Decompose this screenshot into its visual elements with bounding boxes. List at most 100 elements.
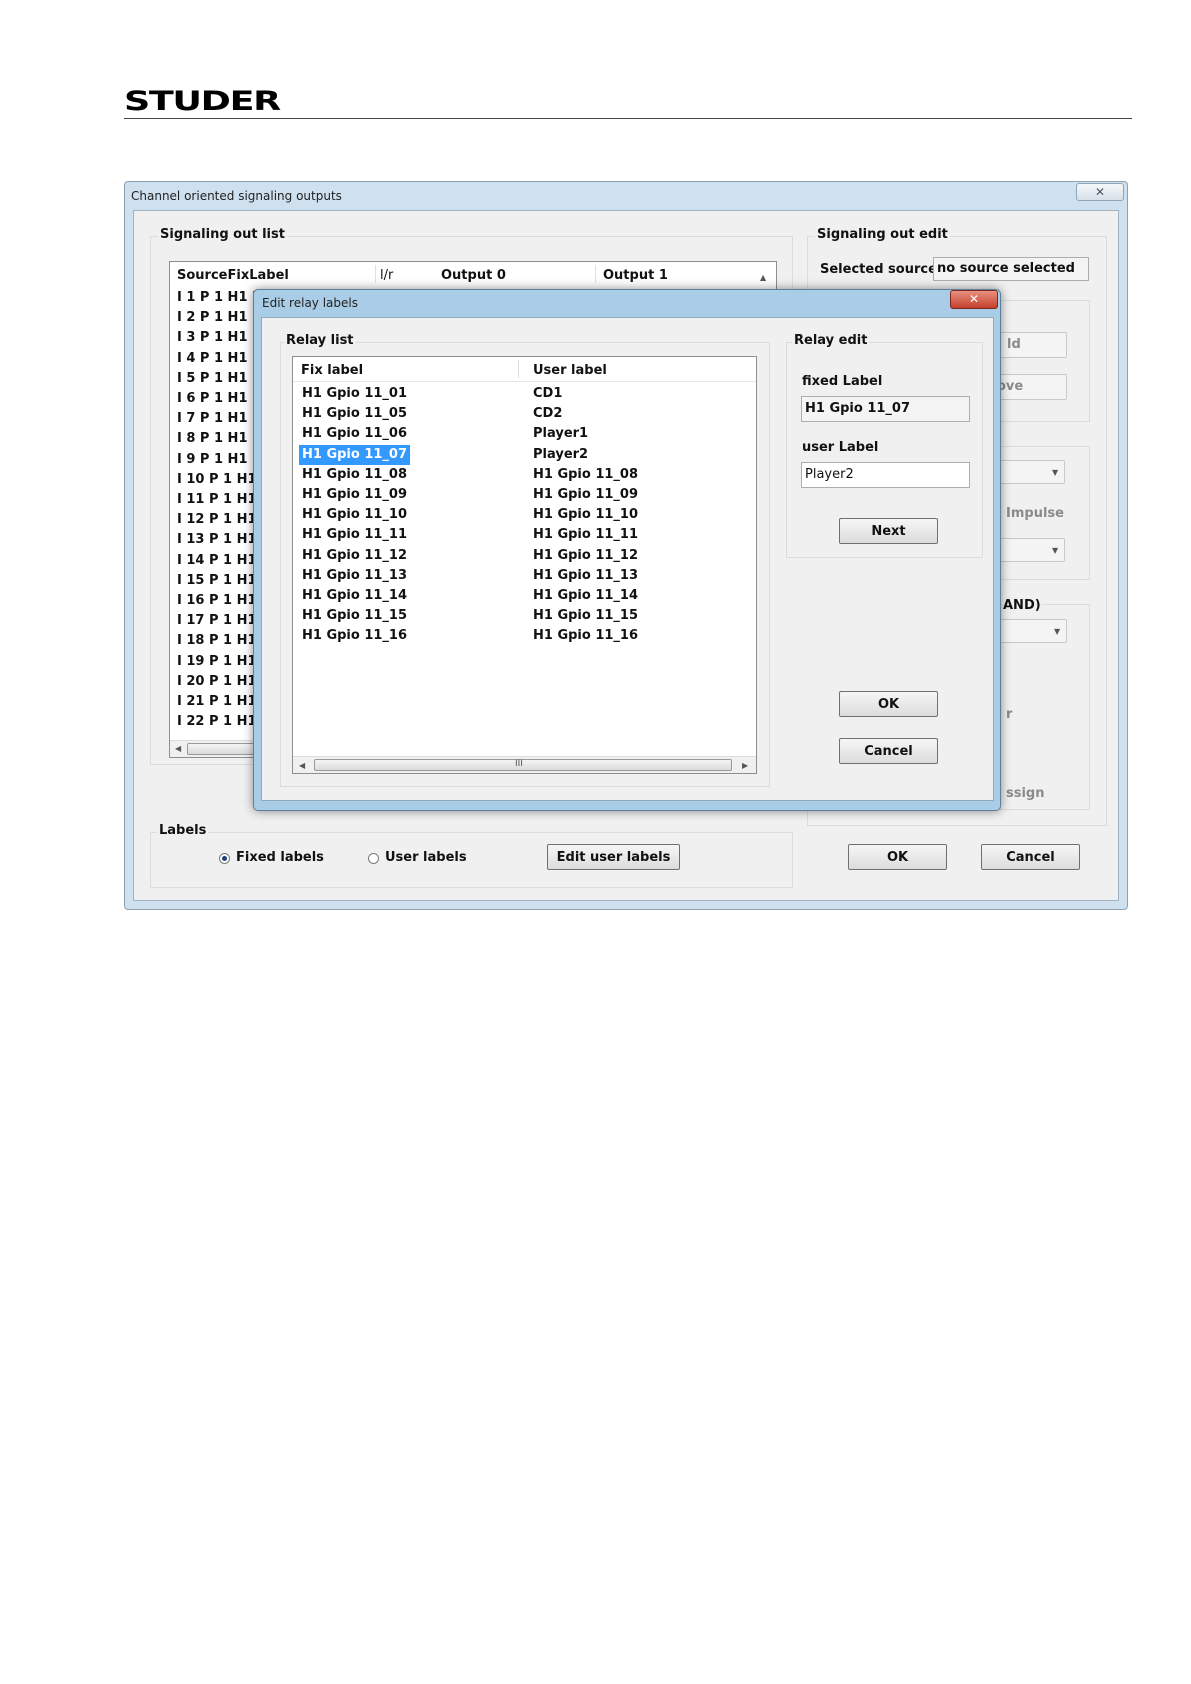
signaling-out-row[interactable]: I 7 P 1 H1 N xyxy=(177,409,263,429)
relay-fix-label: H1 Gpio 11_12 xyxy=(302,547,408,563)
signaling-out-row[interactable]: I 8 P 1 H1 N xyxy=(177,429,263,449)
signaling-out-row[interactable]: I 5 P 1 H1 N xyxy=(177,369,263,389)
signaling-out-row[interactable]: I 2 P 1 H1 N xyxy=(177,308,263,328)
signaling-out-row[interactable]: I 15 P 1 H1 xyxy=(177,571,257,591)
signaling-out-row[interactable]: I 16 P 1 H1 xyxy=(177,591,257,611)
relay-row[interactable]: H1 Gpio 11_12 H1 Gpio 11_12 xyxy=(293,546,756,566)
relay-edit-label: Relay edit xyxy=(792,333,870,348)
relay-user-label: Player2 xyxy=(533,446,589,462)
dialog-cancel-button[interactable]: Cancel xyxy=(839,738,938,764)
impulse-dropdown[interactable]: ▼ xyxy=(995,538,1065,562)
signaling-out-row[interactable]: I 20 P 1 H1 xyxy=(177,672,257,692)
signaling-out-row[interactable]: I 19 P 1 H1 xyxy=(177,652,257,672)
relay-user-label: Player1 xyxy=(533,426,589,442)
signaling-out-row[interactable]: I 21 P 1 H1 xyxy=(177,692,257,712)
signaling-out-row[interactable]: I 18 P 1 H1 xyxy=(177,631,257,651)
relay-fix-label: H1 Gpio 11_07 xyxy=(299,444,411,465)
chevron-down-icon: ▼ xyxy=(1052,468,1059,477)
relay-row[interactable]: H1 Gpio 11_01 CD1 xyxy=(293,384,756,404)
mode-dropdown[interactable]: ▼ xyxy=(995,460,1065,484)
relay-scrollbar-thumb[interactable]: III xyxy=(314,759,732,771)
relay-user-label: H1 Gpio 11_10 xyxy=(533,507,639,523)
main-cancel-button[interactable]: Cancel xyxy=(981,844,1080,870)
scroll-right-icon[interactable]: ▶ xyxy=(742,761,748,770)
relay-row[interactable]: H1 Gpio 11_16 H1 Gpio 11_16 xyxy=(293,626,756,646)
scroll-left-icon[interactable]: ◀ xyxy=(299,761,305,770)
relay-user-label: H1 Gpio 11_16 xyxy=(533,628,639,644)
user-labels-label[interactable]: User labels xyxy=(385,850,467,865)
source-subgroup xyxy=(1000,300,1090,422)
relay-user-label: H1 Gpio 11_12 xyxy=(533,547,639,563)
signaling-out-row[interactable]: I 11 P 1 H1 xyxy=(177,490,257,510)
fixed-label-field: H1 Gpio 11_07 xyxy=(801,396,970,422)
relay-fix-label: H1 Gpio 11_14 xyxy=(302,588,408,603)
signaling-out-row[interactable]: I 10 P 1 H1 xyxy=(177,470,257,490)
studer-logo: STUDER xyxy=(124,86,281,117)
chevron-down-icon: ▼ xyxy=(1054,627,1061,636)
relay-fix-label: H1 Gpio 11_13 xyxy=(302,567,408,583)
remove-button[interactable]: ove xyxy=(990,374,1067,400)
user-label-input[interactable]: Player2 xyxy=(801,462,970,488)
relay-row[interactable]: H1 Gpio 11_14 H1 Gpio 11_14 xyxy=(293,586,756,606)
signaling-out-row[interactable]: I 14 P 1 H1 xyxy=(177,551,257,571)
relay-fix-label: H1 Gpio 11_01 xyxy=(302,386,408,401)
main-window-close-button[interactable]: ✕ xyxy=(1076,183,1124,201)
relay-user-label: CD2 xyxy=(533,406,563,422)
scroll-left-icon[interactable]: ◀ xyxy=(175,744,181,753)
relay-row[interactable]: H1 Gpio 11_07 Player2 xyxy=(293,444,756,465)
next-button[interactable]: Next xyxy=(839,518,938,544)
relay-row[interactable]: H1 Gpio 11_11 H1 Gpio 11_11 xyxy=(293,525,756,545)
column-header-output0[interactable]: Output 0 xyxy=(441,268,506,283)
column-header-user-label[interactable]: User label xyxy=(533,363,607,378)
dialog-ok-button[interactable]: OK xyxy=(839,691,938,717)
relay-row[interactable]: H1 Gpio 11_06 Player1 xyxy=(293,424,756,444)
signaling-out-row[interactable]: I 22 P 1 H1 xyxy=(177,712,257,732)
edit-user-labels-button[interactable]: Edit user labels xyxy=(547,844,680,870)
relay-fix-label: H1 Gpio 11_09 xyxy=(302,487,408,502)
signaling-out-row[interactable]: I 9 P 1 H1 N xyxy=(177,450,263,470)
add-button[interactable]: ld xyxy=(990,332,1067,358)
relay-row[interactable]: H1 Gpio 11_05 CD2 xyxy=(293,404,756,424)
signaling-out-row[interactable]: I 12 P 1 H1 xyxy=(177,510,257,530)
fixed-labels-label[interactable]: Fixed labels xyxy=(236,850,324,865)
fixed-label-caption: fixed Label xyxy=(802,374,883,389)
fixed-labels-radio[interactable] xyxy=(219,853,230,864)
column-header-lr[interactable]: l/r xyxy=(380,268,393,283)
assign-label: ssign xyxy=(1006,786,1045,801)
user-labels-radio[interactable] xyxy=(368,853,379,864)
column-header-sourcefixlabel[interactable]: SourceFixLabel xyxy=(177,268,289,283)
relay-row[interactable]: H1 Gpio 11_08 H1 Gpio 11_08 xyxy=(293,465,756,485)
close-icon: ✕ xyxy=(968,292,980,306)
logic-dropdown[interactable]: ▼ xyxy=(995,619,1067,643)
relay-horizontal-scrollbar[interactable]: ◀ III ▶ xyxy=(293,756,756,773)
signaling-out-row[interactable]: I 3 P 1 H1 N xyxy=(177,328,263,348)
header-separator xyxy=(293,381,756,382)
and-label: AND) xyxy=(1003,598,1041,613)
column-divider xyxy=(595,265,596,283)
column-divider xyxy=(518,360,519,378)
signaling-out-edit-label: Signaling out edit xyxy=(815,227,950,242)
signaling-out-row[interactable]: I 1 P 1 H1 N xyxy=(177,288,263,308)
scroll-up-icon[interactable]: ▲ xyxy=(760,265,774,282)
relay-row[interactable]: H1 Gpio 11_13 H1 Gpio 11_13 xyxy=(293,566,756,586)
relay-row[interactable]: H1 Gpio 11_15 H1 Gpio 11_15 xyxy=(293,606,756,626)
or-label: r xyxy=(1006,707,1013,722)
relay-row[interactable]: H1 Gpio 11_09 H1 Gpio 11_09 xyxy=(293,485,756,505)
relay-listview[interactable]: Fix label User label H1 Gpio 11_01 CD1 H1 … xyxy=(292,356,757,774)
signaling-out-row[interactable]: I 6 P 1 H1 N xyxy=(177,389,263,409)
relay-fix-label: H1 Gpio 11_06 xyxy=(302,426,408,442)
relay-user-label: H1 Gpio 11_13 xyxy=(533,567,639,583)
relay-row[interactable]: H1 Gpio 11_10 H1 Gpio 11_10 xyxy=(293,505,756,525)
column-header-output1[interactable]: Output 1 xyxy=(603,268,668,283)
dialog-title: Edit relay labels xyxy=(262,296,358,310)
column-header-fix-label[interactable]: Fix label xyxy=(301,363,363,378)
dialog-close-button[interactable]: ✕ xyxy=(950,290,998,309)
main-ok-button[interactable]: OK xyxy=(848,844,947,870)
signaling-out-row[interactable]: I 17 P 1 H1 xyxy=(177,611,257,631)
column-divider xyxy=(375,265,376,283)
signaling-out-row[interactable]: I 13 P 1 H1 xyxy=(177,530,257,550)
main-window-title: Channel oriented signaling outputs xyxy=(131,189,342,203)
signaling-out-row[interactable]: I 4 P 1 H1 N xyxy=(177,349,263,369)
relay-list-label: Relay list xyxy=(284,333,356,348)
relay-user-label: H1 Gpio 11_15 xyxy=(533,608,639,624)
